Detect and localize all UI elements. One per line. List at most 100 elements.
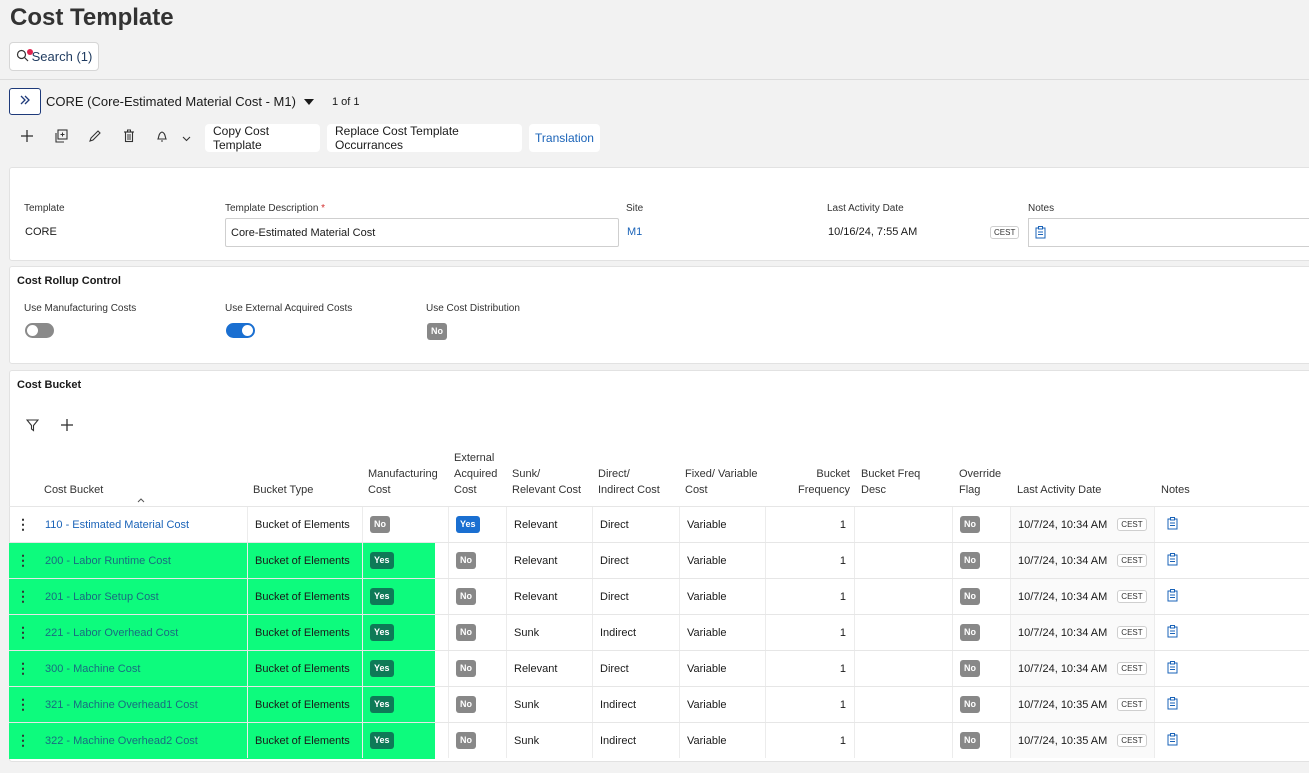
more-vertical-icon[interactable]: ⋮ (16, 516, 30, 533)
last-activity-date-value: 10/7/24, 10:34 AM (1018, 626, 1108, 639)
more-vertical-icon[interactable]: ⋮ (16, 552, 30, 569)
record-selector[interactable]: CORE (Core-Estimated Material Cost - M1) (46, 94, 314, 109)
replace-cost-template-button[interactable]: Replace Cost Template Occurrances (327, 124, 522, 152)
column-header-last-activity-date[interactable]: Last Activity Date (1017, 482, 1101, 498)
more-vertical-icon[interactable]: ⋮ (16, 624, 30, 641)
notes-cell (1155, 507, 1299, 542)
notes-icon[interactable] (1167, 732, 1178, 749)
template-description-field[interactable]: Core-Estimated Material Cost (225, 218, 619, 247)
notes-icon[interactable] (1167, 552, 1178, 569)
translation-button[interactable]: Translation (529, 124, 600, 152)
cost-rollup-panel: Cost Rollup Control Use Manufacturing Co… (9, 266, 1309, 364)
divider (0, 79, 1309, 80)
cost-bucket-cell: 300 - Machine Cost (37, 651, 248, 686)
bucket-type-value: Bucket of Elements (255, 662, 350, 675)
search-button[interactable]: Search (1) (9, 42, 99, 71)
column-header-bucket-type[interactable]: Bucket Type (253, 482, 313, 498)
cost-bucket-link[interactable]: 321 - Machine Overhead1 Cost (45, 699, 198, 711)
table-row[interactable]: ⋮ 201 - Labor Setup Cost Bucket of Element… (9, 578, 1309, 615)
direct-indirect-cost-value: Indirect (600, 626, 637, 639)
add-row-button[interactable] (60, 418, 74, 437)
column-header-bucket-freq-desc[interactable]: Bucket Freq Desc (861, 466, 920, 498)
column-header-manufacturing-cost[interactable]: Manufacturing Cost (368, 466, 438, 498)
site-link[interactable]: M1 (627, 226, 642, 238)
notifications-menu-button[interactable] (155, 129, 191, 147)
notes-icon[interactable] (1167, 660, 1178, 677)
override-flag-cell: No (953, 543, 1011, 578)
duplicate-button[interactable] (52, 128, 70, 148)
column-header-override-flag[interactable]: Override Flag (959, 466, 1001, 498)
bucket-type-cell: Bucket of Elements (248, 507, 363, 542)
last-activity-date-cell: 10/7/24, 10:34 AM CEST (1011, 543, 1155, 578)
fixed-variable-cost-value: Variable (687, 626, 727, 639)
fixed-variable-cost-cell: Variable (680, 723, 766, 758)
no-badge: No (960, 696, 980, 713)
expand-navigator-button[interactable] (9, 88, 41, 115)
notes-field[interactable] (1028, 218, 1309, 247)
column-header-bucket-frequency[interactable]: Bucket Frequency (779, 466, 850, 498)
table-row[interactable]: ⋮ 221 - Labor Overhead Cost Bucket of Elem… (9, 614, 1309, 651)
header-line: Frequency (798, 484, 850, 496)
duplicate-icon (54, 128, 68, 148)
last-activity-date-value: 10/7/24, 10:34 AM (1018, 590, 1108, 603)
bucket-frequency-value: 1 (839, 698, 846, 711)
bucket-frequency-value: 1 (839, 626, 846, 639)
bucket-type-cell: Bucket of Elements (248, 579, 363, 614)
last-activity-date-value: 10/7/24, 10:34 AM (1018, 518, 1108, 531)
cost-bucket-cell: 322 - Machine Overhead2 Cost (37, 723, 248, 758)
fixed-variable-cost-value: Variable (687, 590, 727, 603)
column-header-cost-bucket[interactable]: Cost Bucket (44, 482, 103, 498)
header-line: Flag (959, 484, 981, 496)
bucket-freq-desc-cell (855, 651, 953, 686)
cost-bucket-link[interactable]: 221 - Labor Overhead Cost (45, 627, 178, 639)
cost-bucket-link[interactable]: 200 - Labor Runtime Cost (45, 555, 171, 567)
table-row[interactable]: ⋮ 321 - Machine Overhead1 Cost Bucket of E… (9, 686, 1309, 723)
column-header-notes[interactable]: Notes (1161, 482, 1190, 498)
table-row[interactable]: ⋮ 110 - Estimated Material Cost Bucket of … (9, 506, 1309, 542)
no-badge: No (960, 732, 980, 749)
more-vertical-icon[interactable]: ⋮ (16, 696, 30, 713)
notes-icon[interactable] (1167, 516, 1178, 533)
more-vertical-icon[interactable]: ⋮ (16, 660, 30, 677)
notes-icon[interactable] (1167, 696, 1178, 713)
direct-indirect-cost-cell: Indirect (593, 723, 680, 758)
cost-bucket-link[interactable]: 201 - Labor Setup Cost (45, 591, 159, 603)
more-vertical-icon[interactable]: ⋮ (16, 588, 30, 605)
sunk-relevant-cost-value: Relevant (514, 590, 558, 603)
filter-button[interactable] (25, 419, 40, 437)
more-vertical-icon[interactable]: ⋮ (16, 732, 30, 749)
column-header-external-acquired-cost[interactable]: External Acquired Cost (454, 450, 497, 498)
cost-bucket-link[interactable]: 110 - Estimated Material Cost (45, 519, 189, 531)
table-row[interactable]: ⋮ 322 - Machine Overhead2 Cost Bucket of E… (9, 722, 1309, 759)
delete-button[interactable] (120, 129, 138, 147)
timezone-badge: CEST (990, 226, 1020, 239)
direct-indirect-cost-cell: Direct (593, 651, 680, 686)
plus-icon (20, 129, 34, 148)
cost-bucket-cell: 200 - Labor Runtime Cost (37, 543, 248, 578)
toggle-knob (242, 325, 253, 336)
new-record-button[interactable] (18, 129, 36, 147)
table-row[interactable]: ⋮ 200 - Labor Runtime Cost Bucket of Eleme… (9, 542, 1309, 579)
no-badge: No (456, 552, 476, 569)
column-header-direct-indirect-cost[interactable]: Direct/Indirect Cost (598, 466, 660, 498)
external-acquired-cost-cell: No (449, 651, 507, 686)
use-manufacturing-costs-toggle[interactable] (25, 323, 54, 338)
cost-bucket-title: Cost Bucket (17, 379, 82, 391)
cost-bucket-link[interactable]: 300 - Machine Cost (45, 663, 140, 675)
cost-bucket-link[interactable]: 322 - Machine Overhead2 Cost (45, 735, 198, 747)
copy-cost-template-button[interactable]: Copy Cost Template (205, 124, 320, 152)
yes-badge: Yes (370, 588, 394, 605)
use-external-acquired-costs-toggle[interactable] (226, 323, 255, 338)
notes-icon[interactable] (1167, 624, 1178, 641)
notes-icon[interactable] (1167, 588, 1178, 605)
sunk-relevant-cost-cell: Sunk (507, 687, 593, 722)
column-header-sunk-relevant-cost[interactable]: Sunk/Relevant Cost (512, 466, 581, 498)
bucket-type-value: Bucket of Elements (255, 734, 350, 747)
bucket-frequency-cell: 1 (766, 687, 855, 722)
column-header-fixed-variable-cost[interactable]: Fixed/ Variable Cost (685, 466, 758, 498)
use-manufacturing-costs-label: Use Manufacturing Costs (24, 303, 137, 314)
table-row[interactable]: ⋮ 300 - Machine Cost Bucket of Elements Yes… (9, 650, 1309, 687)
header-line: Indirect Cost (598, 484, 660, 496)
edit-button[interactable] (86, 129, 104, 147)
fixed-variable-cost-value: Variable (687, 518, 727, 531)
